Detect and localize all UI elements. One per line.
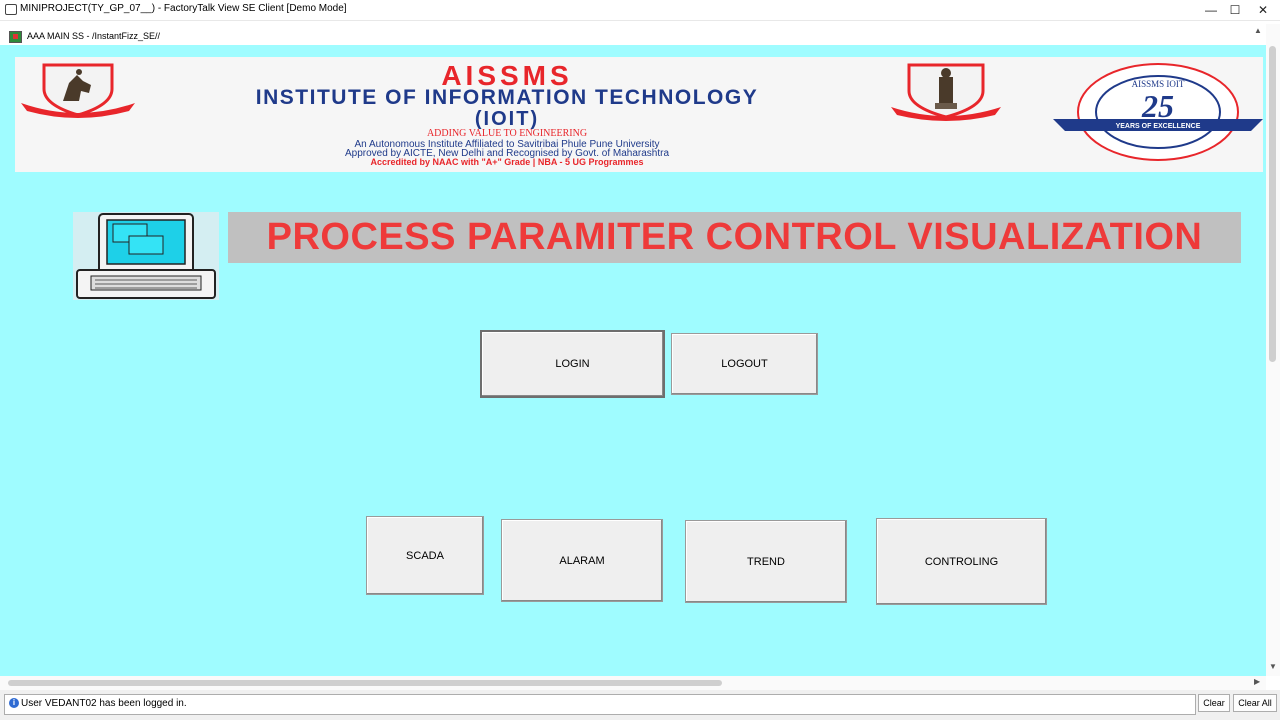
diagnostics-message-box: i User VEDANT02 has been logged in. — [4, 694, 1196, 715]
vertical-scrollbar[interactable]: ▼ — [1266, 24, 1280, 676]
horizontal-scrollbar[interactable]: ▶ — [0, 676, 1266, 690]
horizontal-scroll-thumb[interactable] — [8, 680, 722, 686]
scroll-right-arrow-icon[interactable]: ▶ — [1254, 677, 1260, 686]
silver-jubilee-badge: AISSMS IOIT 25 YEARS OF EXCELLENCE — [1053, 63, 1263, 161]
display-title: AAA MAIN SS - /InstantFizz_SE// — [27, 31, 161, 41]
institute-full-name: INSTITUTE OF INFORMATION TECHNOLOGY — [256, 86, 758, 109]
hmi-display-canvas: AISSMS INSTITUTE OF INFORMATION TECHNOLO… — [0, 45, 1266, 676]
close-button[interactable]: ✕ — [1246, 0, 1280, 20]
clear-all-button[interactable]: Clear All — [1233, 694, 1277, 712]
institute-name-block: AISSMS INSTITUTE OF INFORMATION TECHNOLO… — [256, 60, 758, 167]
controling-button[interactable]: CONTROLING — [876, 518, 1047, 605]
institute-tagline: ADDING VALUE TO ENGINEERING — [427, 128, 587, 139]
status-bar: i User VEDANT02 has been logged in. Clea… — [0, 690, 1280, 720]
alaram-button[interactable]: ALARAM — [501, 519, 663, 602]
institute-banner: AISSMS INSTITUTE OF INFORMATION TECHNOLO… — [15, 57, 1263, 172]
window-title: MINIPROJECT(TY_GP_07__) - FactoryTalk Vi… — [20, 3, 347, 14]
scada-button[interactable]: SCADA — [366, 516, 484, 595]
page-heading: PROCESS PARAMITER CONTROL VISUALIZATION — [266, 216, 1203, 258]
scroll-up-arrow-icon[interactable]: ▲ — [1254, 26, 1262, 35]
badge-number: 25 — [1141, 88, 1174, 124]
trend-button[interactable]: TREND — [685, 520, 847, 603]
clear-button[interactable]: Clear — [1198, 694, 1230, 712]
computer-terminal-icon — [73, 212, 219, 300]
vertical-scroll-thumb[interactable] — [1269, 46, 1276, 362]
badge-ribbon-text: YEARS OF EXCELLENCE — [1116, 123, 1201, 130]
left-emblem-logo — [21, 63, 135, 118]
display-icon — [9, 31, 22, 43]
scroll-down-arrow-icon[interactable]: ▼ — [1269, 662, 1277, 671]
login-button[interactable]: LOGIN — [480, 330, 665, 398]
page-heading-panel: PROCESS PARAMITER CONTROL VISUALIZATION — [228, 212, 1241, 263]
logout-button[interactable]: LOGOUT — [671, 333, 818, 395]
app-icon — [5, 4, 17, 15]
accreditation-line: Accredited by NAAC with "A+" Grade | NBA… — [370, 157, 643, 167]
info-icon: i — [9, 698, 19, 708]
founder-emblem-logo — [891, 63, 1001, 121]
institute-abbrev: (IOIT) — [475, 108, 539, 130]
status-message: User VEDANT02 has been logged in. — [21, 698, 187, 709]
window-title-bar: MINIPROJECT(TY_GP_07__) - FactoryTalk Vi… — [0, 0, 1280, 21]
